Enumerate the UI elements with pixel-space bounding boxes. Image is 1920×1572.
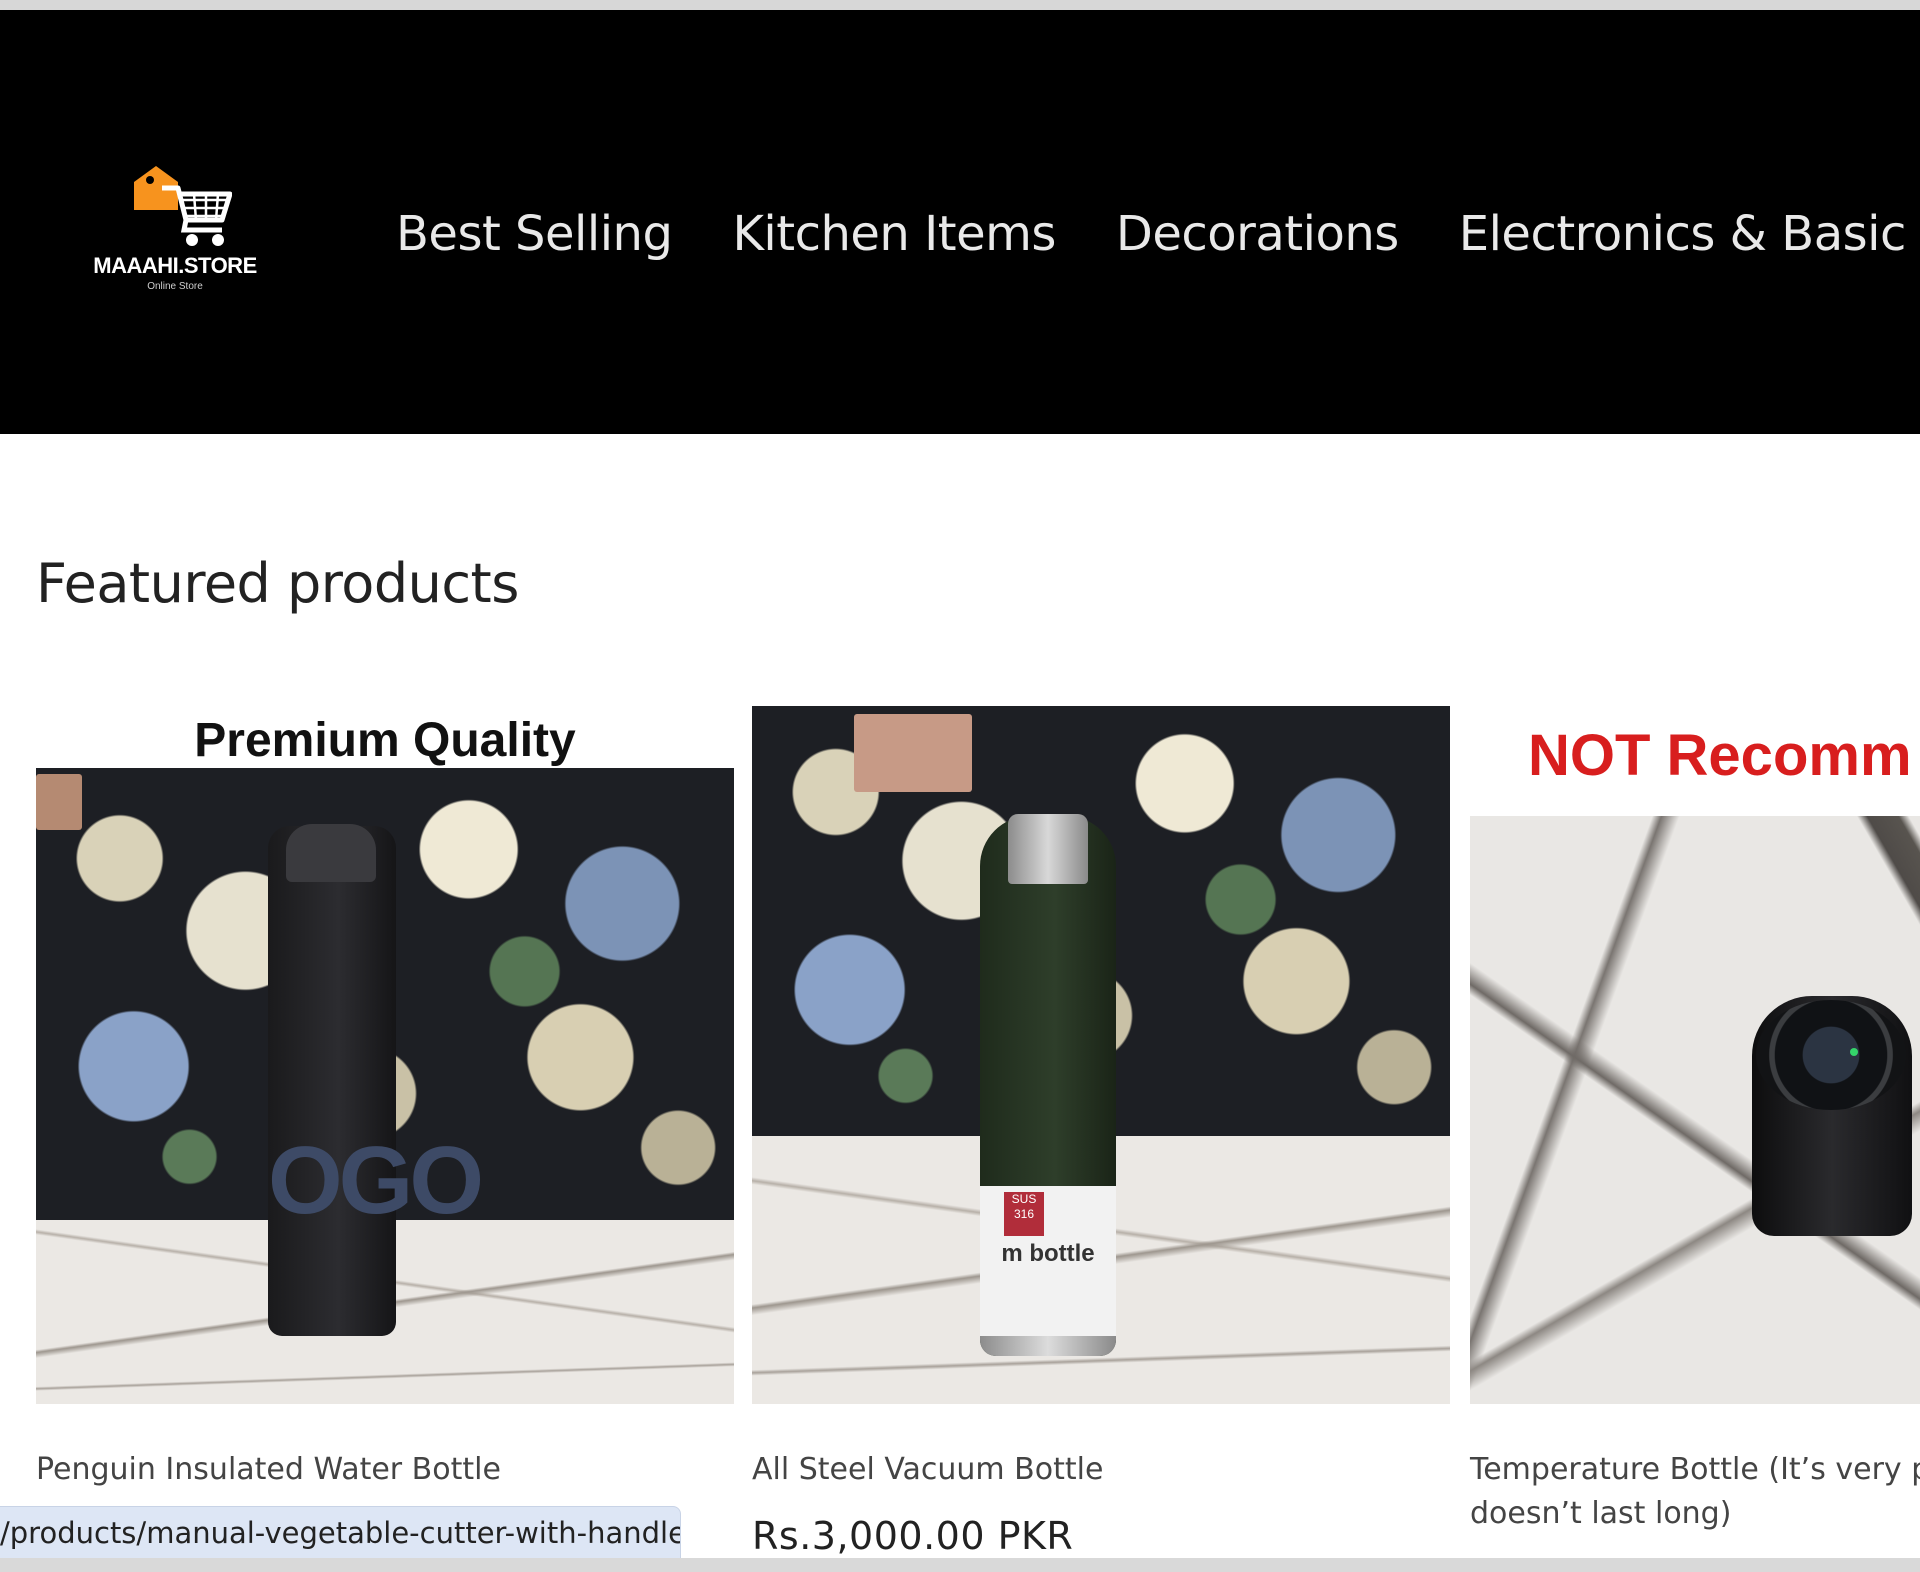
site-header: MAAAHI.STORE Online Store Best Selling Ki… xyxy=(0,10,1920,434)
product-image[interactable]: NOT Recomm xyxy=(1470,706,1920,1404)
product-image[interactable]: Premium Quality OGO xyxy=(36,706,734,1404)
wall-socket-icon xyxy=(854,714,972,792)
image-banner-text: NOT Recomm xyxy=(1528,723,1912,788)
product-card[interactable]: NOT Recomm Temperature Bottle (It’s very… xyxy=(1470,706,1920,1531)
product-title-line: Temperature Bottle (It’s very p xyxy=(1470,1452,1920,1487)
product-title[interactable]: All Steel Vacuum Bottle xyxy=(752,1448,1103,1492)
main-nav: Best Selling Kitchen Items Decorations Elec… xyxy=(396,206,1920,262)
product-card[interactable]: Premium Quality OGO Penguin Insulated Wa… xyxy=(36,706,734,1487)
shopping-cart-icon xyxy=(134,166,232,246)
bottle-image-icon: SUS 316 m bottle xyxy=(980,814,1116,1356)
product-image[interactable]: SUS 316 m bottle xyxy=(752,706,1450,1404)
bottle-image-icon xyxy=(1752,996,1912,1236)
status-bar-url: /products/manual-vegetable-cutter-with-h… xyxy=(0,1506,681,1560)
page: MAAAHI.STORE Online Store Best Selling Ki… xyxy=(0,0,1920,1572)
section-title: Featured products xyxy=(36,552,519,615)
product-price: Rs.3,000.00 PKR xyxy=(752,1514,1074,1558)
label-text: m bottle xyxy=(1001,1240,1095,1267)
product-title[interactable]: Penguin Insulated Water Bottle xyxy=(36,1448,501,1492)
product-title[interactable]: Temperature Bottle (It’s very p doesn’t … xyxy=(1470,1448,1920,1536)
wall-socket-icon xyxy=(36,774,82,830)
nav-item-decorations[interactable]: Decorations xyxy=(1116,206,1399,262)
label-badge: SUS 316 xyxy=(1004,1192,1044,1236)
browser-bottom-bar xyxy=(0,1558,1920,1572)
nav-item-electronics[interactable]: Electronics & Basic ite xyxy=(1459,206,1920,262)
store-logo[interactable]: MAAAHI.STORE Online Store xyxy=(80,160,270,300)
product-title-line: doesn’t last long) xyxy=(1470,1496,1732,1531)
image-banner-text: Premium Quality xyxy=(36,706,734,768)
bottle-print-text: OGO xyxy=(268,1127,484,1234)
bottle-image-icon: OGO xyxy=(268,824,484,1336)
store-logo-tagline: Online Store xyxy=(147,281,203,292)
store-logo-name: MAAAHI.STORE xyxy=(93,253,257,278)
browser-top-strip xyxy=(0,0,1920,10)
nav-item-best-selling[interactable]: Best Selling xyxy=(396,206,673,262)
product-card[interactable]: SUS 316 m bottle All Steel Vacuum Bottle xyxy=(752,706,1450,1487)
nav-item-kitchen-items[interactable]: Kitchen Items xyxy=(732,206,1056,262)
